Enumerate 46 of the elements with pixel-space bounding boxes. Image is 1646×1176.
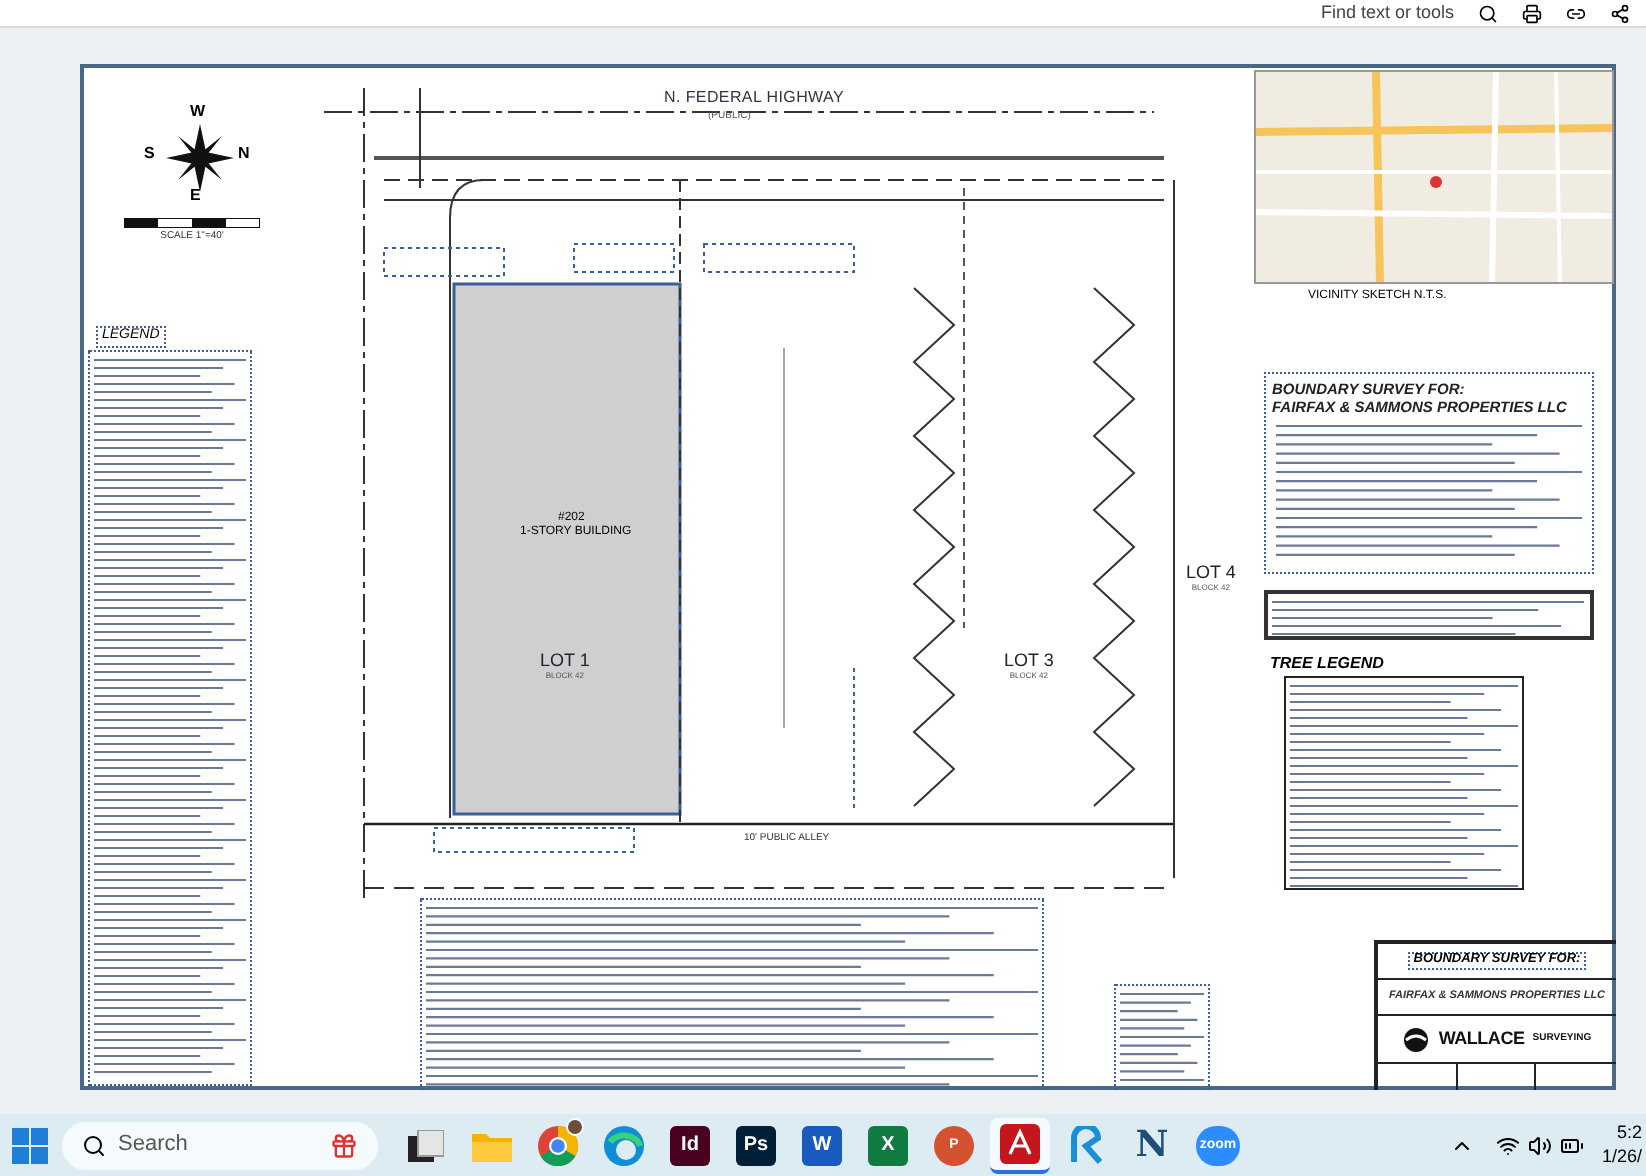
taskbar-app-button[interactable]: Ps — [726, 1117, 786, 1173]
firm-logo-icon — [1402, 1025, 1431, 1053]
compass-letter: N — [238, 146, 250, 162]
taskbar-app-button[interactable]: N — [1122, 1117, 1182, 1173]
scale-bar-icon — [124, 218, 260, 228]
volume-icon[interactable] — [1527, 1133, 1552, 1157]
taskbar-app-button[interactable]: Id — [660, 1117, 720, 1173]
compass-letter: E — [190, 188, 201, 204]
search-icon — [82, 1133, 106, 1157]
lot-label: LOT 3 — [1004, 652, 1054, 670]
app-tile-icon: W — [802, 1125, 842, 1165]
browser-icon — [538, 1125, 578, 1165]
folder-icon — [472, 1129, 512, 1161]
clock-time[interactable]: 5:2 — [1616, 1122, 1642, 1145]
taskbar-search-field[interactable]: Search — [62, 1121, 378, 1169]
browser-wave-icon — [604, 1125, 644, 1165]
gift-icon — [330, 1131, 358, 1159]
road-name: N. FEDERAL HIGHWAY — [664, 90, 844, 106]
swirl-app-icon — [1066, 1125, 1106, 1165]
taskbar-app-button[interactable]: X — [858, 1117, 918, 1173]
compass-rose-icon — [166, 124, 234, 192]
app-tile-icon: Id — [670, 1125, 710, 1165]
find-tools-search[interactable]: Find text or tools — [1320, 4, 1454, 22]
wifi-icon[interactable] — [1495, 1133, 1520, 1157]
start-icon[interactable] — [12, 1127, 48, 1163]
task-view-icon — [408, 1129, 444, 1161]
app-letter-icon: N — [1135, 1127, 1169, 1163]
compass-letter: W — [190, 104, 206, 120]
compass-letter: S — [144, 146, 155, 162]
search-placeholder: Search — [118, 1130, 190, 1161]
lot-label: LOT 4 — [1186, 564, 1236, 582]
tree-legend-title: TREE LEGEND — [1270, 656, 1384, 672]
firm-name: WALLACE — [1438, 1030, 1525, 1048]
printer-icon[interactable] — [1522, 3, 1542, 23]
avatar-badge — [566, 1117, 584, 1135]
battery-icon[interactable] — [1559, 1133, 1584, 1157]
document-app-icon — [1000, 1123, 1040, 1163]
link-icon[interactable] — [1566, 3, 1586, 23]
lot-label: LOT 1 — [540, 652, 590, 670]
taskbar-app-button[interactable]: W — [792, 1117, 852, 1173]
search-icon[interactable] — [1478, 3, 1498, 23]
app-tile-icon: Ps — [736, 1125, 776, 1165]
clock-date[interactable]: 1/26/ — [1601, 1145, 1642, 1168]
share-icon[interactable] — [1610, 3, 1630, 23]
taskbar-app-button[interactable] — [990, 1117, 1050, 1173]
app-tile-icon: X — [868, 1125, 908, 1165]
